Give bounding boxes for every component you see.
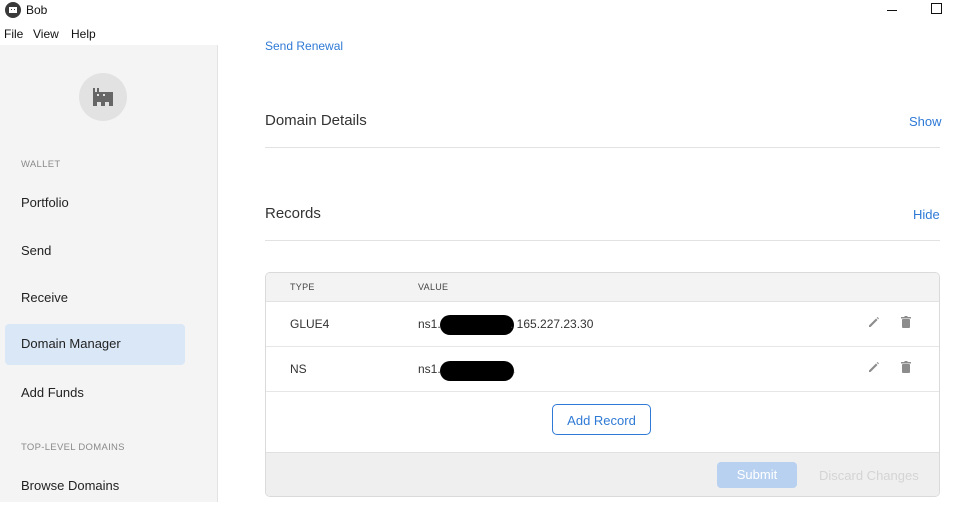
column-header-value: VALUE [418, 282, 449, 292]
table-row: GLUE4 ns1. . 165.227.23.30 [266, 302, 939, 347]
main-content: Send Renewal Domain Details Show Records… [218, 22, 971, 502]
maximize-icon[interactable] [931, 3, 942, 14]
sidebar-item-send[interactable]: Send [5, 231, 185, 272]
record-value-suffix: . 165.227.23.30 [510, 317, 594, 331]
sidebar: WALLET Portfolio Send Receive Domain Man… [0, 45, 218, 502]
record-value-prefix: ns1. [418, 362, 441, 376]
record-value-prefix: ns1. [418, 317, 441, 331]
sidebar-item-label: Portfolio [21, 195, 69, 210]
minimize-icon[interactable] [886, 2, 900, 16]
bob-logo-icon [93, 88, 113, 106]
sidebar-item-label: Add Funds [21, 385, 84, 400]
window-title: Bob [26, 3, 48, 17]
edit-pencil-icon[interactable] [867, 360, 883, 376]
edit-pencil-icon[interactable] [867, 315, 883, 331]
records-footer: Submit Discard Changes [266, 452, 939, 496]
redaction-mark [440, 361, 514, 381]
record-type: NS [290, 362, 307, 376]
tld-section-label: TOP-LEVEL DOMAINS [21, 442, 125, 453]
sidebar-item-browse-domains[interactable]: Browse Domains [5, 466, 185, 507]
records-table: TYPE VALUE GLUE4 ns1. . 165.227.23.30 NS… [265, 272, 940, 497]
sidebar-item-add-funds[interactable]: Add Funds [5, 373, 185, 414]
menu-file[interactable]: File [4, 27, 23, 41]
domain-details-title: Domain Details [265, 112, 367, 129]
send-renewal-link[interactable]: Send Renewal [265, 39, 343, 53]
redaction-mark [440, 315, 514, 335]
title-bar: Bob [0, 0, 971, 22]
sidebar-item-receive[interactable]: Receive [5, 278, 185, 319]
submit-button[interactable]: Submit [717, 462, 797, 488]
menu-help[interactable]: Help [71, 27, 96, 41]
table-row: NS ns1. . [266, 347, 939, 392]
sidebar-item-label: Send [21, 243, 52, 258]
sidebar-item-label: Domain Manager [21, 336, 121, 351]
sidebar-item-domain-manager[interactable]: Domain Manager [5, 324, 185, 365]
sidebar-item-label: Receive [21, 290, 68, 305]
delete-trash-icon[interactable] [899, 315, 915, 331]
records-hide-link[interactable]: Hide [913, 207, 940, 222]
divider [265, 147, 940, 148]
add-record-button[interactable]: Add Record [552, 404, 651, 435]
table-header: TYPE VALUE [266, 273, 939, 302]
delete-trash-icon[interactable] [899, 360, 915, 376]
discard-changes-button[interactable]: Discard Changes [819, 468, 919, 483]
bob-app-icon [5, 2, 21, 18]
column-header-type: TYPE [290, 282, 315, 292]
record-type: GLUE4 [290, 317, 330, 331]
divider [265, 240, 940, 241]
record-value-suffix: . [512, 362, 516, 376]
sidebar-item-label: Browse Domains [21, 478, 120, 493]
wallet-section-label: WALLET [21, 159, 61, 170]
avatar [79, 73, 127, 121]
menu-view[interactable]: View [33, 27, 59, 41]
domain-details-show-link[interactable]: Show [909, 114, 942, 129]
records-title: Records [265, 205, 321, 222]
sidebar-item-portfolio[interactable]: Portfolio [5, 183, 185, 224]
